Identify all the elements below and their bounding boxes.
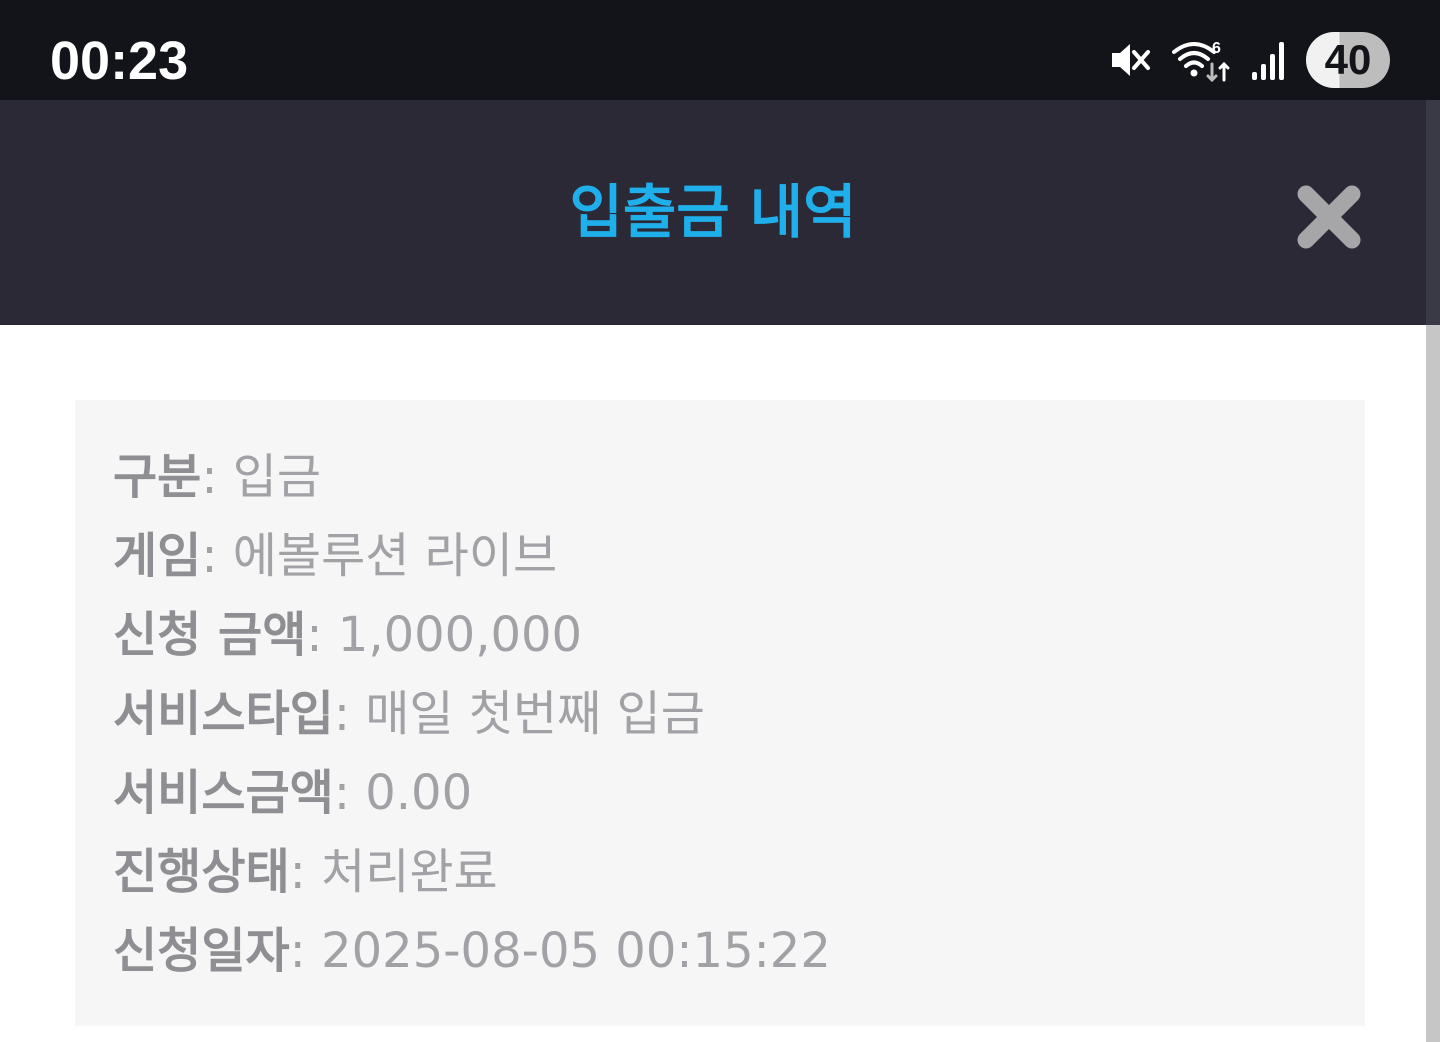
detail-row-request-amount: 신청 금액: 1,000,000 bbox=[113, 596, 1333, 675]
detail-label: 진행상태 bbox=[113, 844, 290, 900]
detail-row-type: 구분: 입금 bbox=[113, 438, 1333, 517]
signal-icon bbox=[1250, 38, 1286, 82]
scrollbar-lower bbox=[1426, 325, 1440, 1042]
status-time: 00:23 bbox=[50, 31, 189, 91]
detail-separator: : bbox=[333, 686, 366, 742]
svg-text:6: 6 bbox=[1212, 40, 1221, 57]
detail-value: 1,000,000 bbox=[337, 607, 583, 663]
detail-label: 게임 bbox=[113, 528, 202, 584]
close-icon bbox=[1297, 185, 1361, 249]
detail-value: 매일 첫번째 입금 bbox=[365, 686, 705, 742]
detail-value: 에볼루션 라이브 bbox=[232, 528, 558, 584]
detail-separator: : bbox=[201, 528, 233, 584]
detail-separator: : bbox=[289, 923, 322, 979]
transaction-detail-card: 구분: 입금 게임: 에볼루션 라이브 신청 금액: 1,000,000 서비스… bbox=[75, 400, 1365, 1026]
detail-value: 입금 bbox=[232, 449, 322, 505]
status-icons: 6 40 bbox=[1108, 30, 1390, 90]
detail-separator: : bbox=[201, 449, 233, 505]
detail-row-service-type: 서비스타입: 매일 첫번째 입금 bbox=[113, 675, 1333, 754]
detail-value: 2025-08-05 00:15:22 bbox=[321, 923, 831, 979]
detail-row-status: 진행상태: 처리완료 bbox=[113, 833, 1333, 912]
status-bar: 00:23 6 40 bbox=[0, 0, 1440, 100]
mute-icon bbox=[1108, 38, 1152, 82]
detail-row-request-date: 신청일자: 2025-08-05 00:15:22 bbox=[113, 912, 1333, 991]
detail-label: 신청 금액 bbox=[113, 607, 307, 663]
detail-list: 구분: 입금 게임: 에볼루션 라이브 신청 금액: 1,000,000 서비스… bbox=[113, 438, 1333, 991]
detail-separator: : bbox=[306, 607, 338, 663]
detail-label: 서비스타입 bbox=[113, 686, 334, 742]
wifi-6-icon: 6 bbox=[1172, 38, 1230, 82]
detail-value: 0.00 bbox=[365, 765, 473, 821]
detail-label: 신청일자 bbox=[113, 923, 290, 979]
detail-separator: : bbox=[289, 844, 322, 900]
detail-label: 서비스금액 bbox=[113, 765, 334, 821]
detail-value: 처리완료 bbox=[321, 844, 498, 900]
detail-label: 구분 bbox=[113, 449, 202, 505]
detail-separator: : bbox=[333, 765, 366, 821]
battery-icon: 40 bbox=[1306, 32, 1390, 88]
close-button[interactable] bbox=[1296, 184, 1362, 250]
detail-row-service-amount: 서비스금액: 0.00 bbox=[113, 754, 1333, 833]
page-title: 입출금 내역 bbox=[569, 178, 857, 246]
detail-row-game: 게임: 에볼루션 라이브 bbox=[113, 517, 1333, 596]
scrollbar-thumb[interactable] bbox=[1426, 100, 1440, 325]
modal-header: 입출금 내역 bbox=[0, 100, 1426, 325]
